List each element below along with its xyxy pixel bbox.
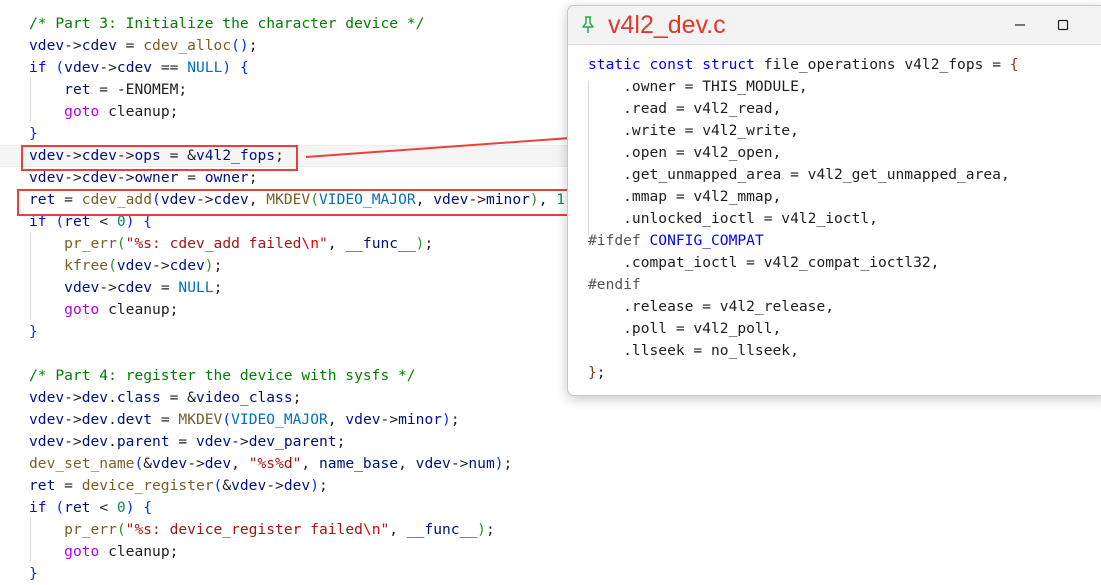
code-token: .mmap = v4l2_mmap, <box>588 188 782 205</box>
code-line[interactable]: static const struct file_operations v4l2… <box>588 54 1019 76</box>
minimize-icon[interactable] <box>1009 14 1031 36</box>
code-token: .llseek = no_llseek, <box>588 342 799 359</box>
code-token: .compat_ioctl = v4l2_compat_ioctl32, <box>588 254 940 271</box>
code-token: { <box>1009 56 1019 73</box>
code-line[interactable]: .unlocked_ioctl = v4l2_ioctl, <box>588 208 878 230</box>
code-token: .owner = THIS_MODULE, <box>588 78 808 95</box>
code-token: .poll = v4l2_poll, <box>588 320 782 337</box>
code-token: CONFIG_COMPAT <box>649 232 764 249</box>
code-line[interactable]: .compat_ioctl = v4l2_compat_ioctl32, <box>588 252 939 274</box>
peek-titlebar[interactable]: v4l2_dev.c <box>568 6 1101 45</box>
code-token: .read = v4l2_read, <box>588 100 782 117</box>
code-token: #ifdef <box>588 232 641 249</box>
code-line[interactable]: .get_unmapped_area = v4l2_get_unmapped_a… <box>588 164 1010 186</box>
code-line[interactable]: .poll = v4l2_poll, <box>588 318 781 340</box>
pin-icon[interactable] <box>580 15 596 35</box>
code-line[interactable]: #endif <box>588 274 641 296</box>
code-line[interactable]: .llseek = no_llseek, <box>588 340 799 362</box>
code-token: .get_unmapped_area = v4l2_get_unmapped_a… <box>588 166 1010 183</box>
code-token: #endif <box>588 276 641 293</box>
code-token: file_operations v4l2_fops = <box>754 56 1010 73</box>
code-token: ; <box>596 364 606 381</box>
code-line[interactable]: .read = v4l2_read, <box>588 98 781 120</box>
code-token: .open = v4l2_open, <box>588 144 782 161</box>
code-token: const <box>649 56 694 73</box>
peek-title: v4l2_dev.c <box>608 11 726 39</box>
code-line[interactable]: .mmap = v4l2_mmap, <box>588 186 781 208</box>
code-line[interactable]: }; <box>588 362 606 384</box>
code-token: static <box>588 56 641 73</box>
code-line[interactable]: #ifdef CONFIG_COMPAT <box>588 230 764 252</box>
code-token: struct <box>702 56 755 73</box>
code-token: } <box>588 364 597 381</box>
code-line[interactable]: .owner = THIS_MODULE, <box>588 76 808 98</box>
code-token: .write = v4l2_write, <box>588 122 799 139</box>
peek-window[interactable]: v4l2_dev.c static const struct file_oper… <box>567 5 1101 396</box>
code-token: .release = v4l2_release, <box>588 298 835 315</box>
code-line[interactable]: .release = v4l2_release, <box>588 296 834 318</box>
maximize-icon[interactable] <box>1052 14 1074 36</box>
code-line[interactable]: .open = v4l2_open, <box>588 142 781 164</box>
code-token: .unlocked_ioctl = v4l2_ioctl, <box>588 210 878 227</box>
code-line[interactable]: .write = v4l2_write, <box>588 120 799 142</box>
